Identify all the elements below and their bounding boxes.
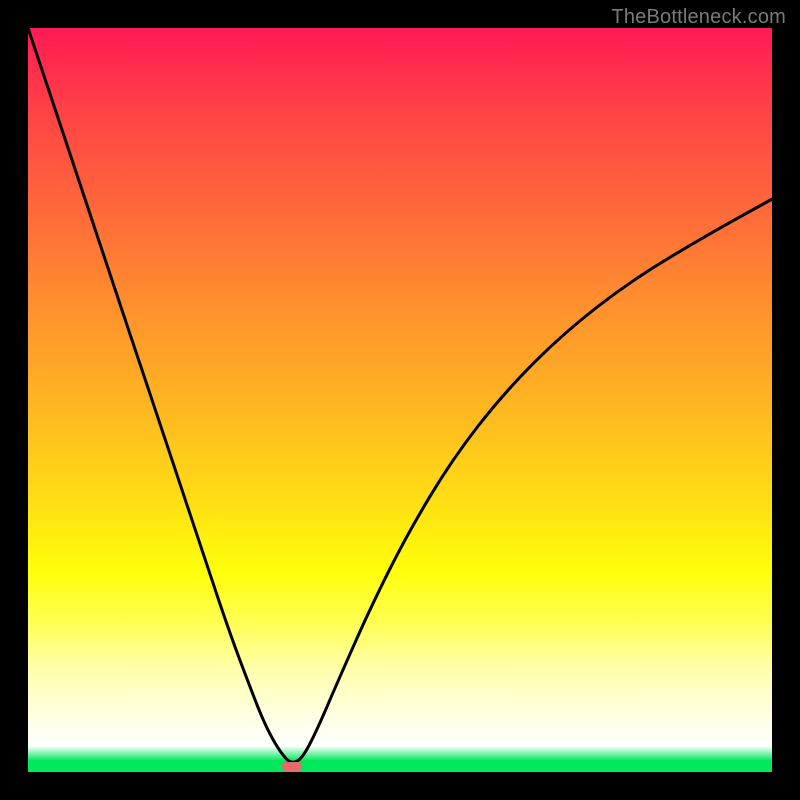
plot-area	[28, 28, 772, 772]
minimum-marker	[282, 762, 302, 771]
bottleneck-curve	[28, 28, 772, 762]
watermark-text: TheBottleneck.com	[611, 6, 786, 29]
chart-frame: TheBottleneck.com	[0, 0, 800, 800]
curve-layer	[28, 28, 772, 772]
